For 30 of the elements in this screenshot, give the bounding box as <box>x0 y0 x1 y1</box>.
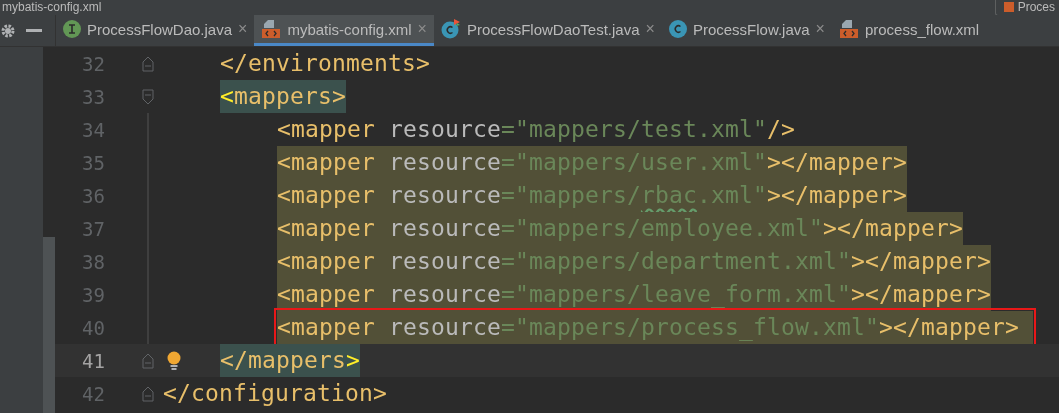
line-number: 32 <box>81 52 105 75</box>
close-icon[interactable]: × <box>238 20 248 38</box>
line-number: 39 <box>81 283 105 306</box>
fold-icon[interactable] <box>142 55 154 72</box>
settings-icon[interactable] <box>0 22 16 39</box>
class-icon <box>668 20 687 38</box>
lightbulb-icon[interactable] <box>167 350 181 371</box>
code-line: </environments> <box>220 49 430 78</box>
test-class-icon <box>440 19 461 39</box>
close-icon[interactable]: × <box>815 20 825 38</box>
line-number: 36 <box>81 184 105 207</box>
line-number: 41 <box>81 349 105 372</box>
line-number: 42 <box>81 382 105 405</box>
close-icon[interactable]: × <box>645 20 655 38</box>
fold-icon[interactable] <box>142 88 154 105</box>
code-line: <mapper resource="mappers/test.xml"/> <box>277 115 795 144</box>
editor-tab[interactable]: mybatis-config.xml × <box>254 15 434 46</box>
minimize-icon[interactable] <box>26 28 42 33</box>
interface-icon <box>63 20 81 38</box>
line-number: 34 <box>81 118 105 141</box>
fold-icon[interactable] <box>142 352 154 369</box>
scrollbar[interactable] <box>43 237 55 413</box>
line-number: 33 <box>81 85 105 108</box>
line-number: 38 <box>81 250 105 273</box>
line-number: 37 <box>81 217 105 240</box>
line-number: 35 <box>81 151 105 174</box>
window-title: mybatis-config.xml <box>2 0 102 15</box>
code-line: </configuration> <box>163 379 387 408</box>
line-number: 40 <box>81 316 105 339</box>
fold-icon[interactable] <box>142 385 154 402</box>
